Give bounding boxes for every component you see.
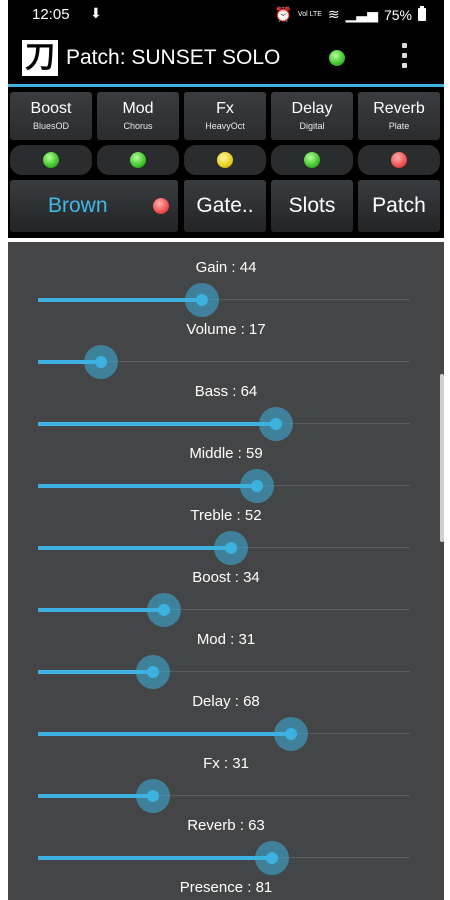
status-bar: 12:05 ⬇ ⏰ Vol LTE ≋ ▁▃▅ 75% [8,0,444,30]
effect-button-fx[interactable]: Fx HeavyOct [184,92,266,140]
amp-label: Brown [48,194,108,217]
effect-led-toggle-fx[interactable] [184,145,266,175]
effect-type: Digital [299,121,325,131]
slider-row: Bass : 64 [8,366,444,441]
effect-led-toggle-mod[interactable] [97,145,179,175]
slider-fill [38,856,273,860]
slider-label: Delay : 68 [192,693,260,710]
alarm-icon: ⏰ [274,6,292,22]
patch-title: Patch: SUNSET SOLO [66,46,281,69]
slider-row: Gain : 44 [8,242,444,317]
slider-row: Treble : 52 [8,490,444,565]
slider-label: Mod : 31 [196,631,256,648]
effect-type: BluesOD [32,121,69,131]
slider-fill [38,484,258,488]
effect-led-toggle-reverb[interactable] [358,145,440,175]
status-led [130,152,146,168]
slider-row: Presence : 81 [8,862,444,900]
effect-type: Plate [388,121,410,131]
slider-fill [38,608,165,612]
slider-label: Gain : 44 [195,259,257,276]
status-led [304,152,320,168]
status-led [391,152,407,168]
battery-level: 75% [383,6,412,23]
signal-icon: ▁▃▅ [345,6,378,22]
slider-label: Bass : 64 [194,383,258,400]
amp-status-led [153,198,169,214]
status-led [43,152,59,168]
effect-button-delay[interactable]: Delay Digital [271,92,353,140]
app-logo: 刀 [22,40,58,76]
battery-icon [418,6,426,21]
gate-button[interactable]: Gate.. [184,180,266,232]
effect-label: Delay [291,100,333,117]
slider-row: Delay : 68 [8,676,444,751]
effect-leds-row [8,145,444,175]
amp-button[interactable]: Brown [10,180,178,232]
effect-button-mod[interactable]: Mod Chorus [97,92,179,140]
effect-type: Chorus [123,121,153,131]
slider-label: Fx : 31 [203,755,249,772]
slider-row: Boost : 34 [8,552,444,627]
knob-sliders-panel[interactable]: Gain : 44 Volume : 17 Bass : 64 Middle : 59… [8,242,444,900]
slider-row: Volume : 17 [8,304,444,379]
patch-button[interactable]: Patch [358,180,440,232]
slider-fill [38,732,291,736]
app-bar: 刀 Patch: SUNSET SOLO [8,34,444,82]
effect-label: Fx [216,100,234,117]
network-type: Vol LTE [297,11,322,18]
status-time: 12:05 [32,6,70,23]
slots-button[interactable]: Slots [271,180,353,232]
effect-led-toggle-delay[interactable] [271,145,353,175]
effect-button-reverb[interactable]: Reverb Plate [358,92,440,140]
app-bar-divider [8,84,444,87]
effect-type: HeavyOct [205,121,245,131]
slider-label: Boost : 34 [192,569,260,586]
wifi-icon: ≋ [327,6,340,22]
connection-status-led [329,50,345,66]
effect-label: Boost [30,100,72,117]
slider-row: Middle : 59 [8,428,444,503]
slider-label: Treble : 52 [190,507,262,524]
slider-label: Presence : 81 [179,879,273,896]
app-screen: 12:05 ⬇ ⏰ Vol LTE ≋ ▁▃▅ 75% 刀 Patch: SUN… [8,0,444,900]
effects-row: Boost BluesOD Mod Chorus Fx HeavyOct Del… [8,92,444,140]
slider-fill [38,422,277,426]
slider-label: Volume : 17 [186,321,266,338]
slider-label: Reverb : 63 [187,817,265,834]
slider-row: Fx : 31 [8,738,444,813]
slider-label: Middle : 59 [189,445,263,462]
download-icon: ⬇ [90,5,102,21]
slider-row: Reverb : 63 [8,800,444,875]
status-icons: ⏰ Vol LTE ≋ ▁▃▅ 75% [274,6,426,23]
status-led [217,152,233,168]
slider-row: Mod : 31 [8,614,444,689]
slider-fill [38,546,232,550]
slider-fill [38,298,202,302]
effect-label: Mod [122,100,154,117]
kebab-menu-icon[interactable] [400,43,408,73]
main-buttons-row: Brown Gate.. Slots Patch [8,180,444,232]
effect-button-boost[interactable]: Boost BluesOD [10,92,92,140]
effect-led-toggle-boost[interactable] [10,145,92,175]
effect-label: Reverb [373,100,425,117]
